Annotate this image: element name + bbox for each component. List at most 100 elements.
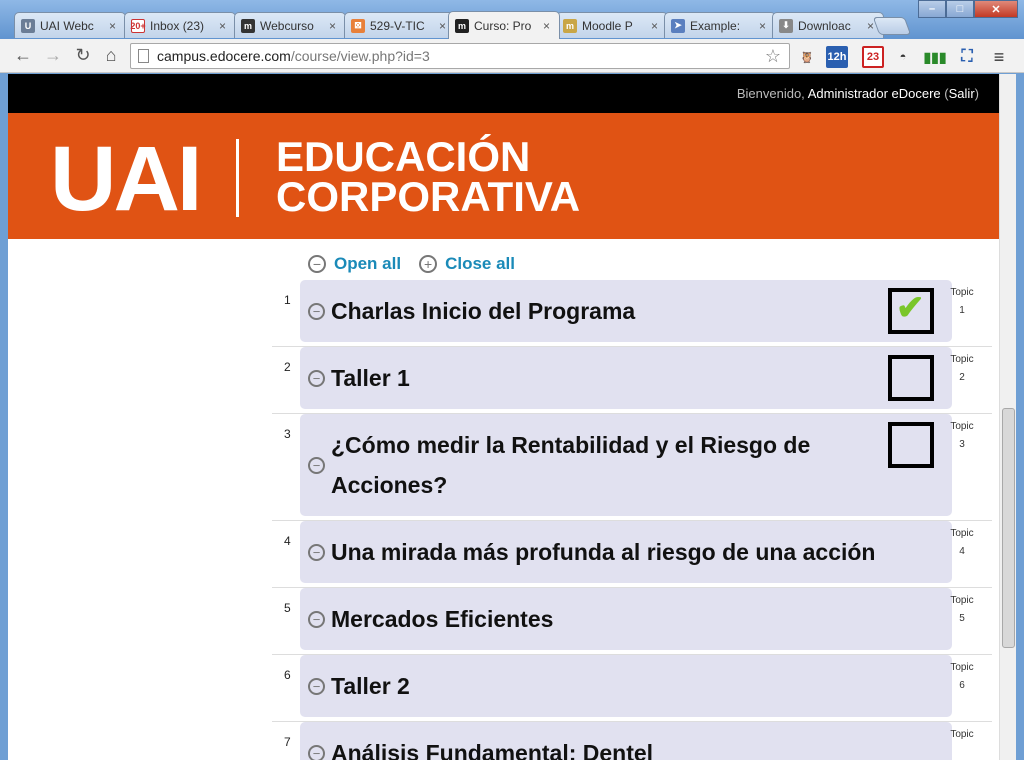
- close-tab-icon[interactable]: ×: [109, 19, 119, 33]
- topic-title[interactable]: Análisis Fundamental: Dentel: [331, 733, 871, 760]
- topic-side-label: Topic 3: [944, 418, 980, 454]
- topic-label: Topic: [950, 595, 974, 606]
- topic-row: 1 − Charlas Inicio del Programa ✔ Topic …: [272, 280, 992, 347]
- logo-line-1: EDUCACIÓN: [276, 133, 531, 180]
- tab-moodle-plugins[interactable]: m Moodle P ×: [556, 12, 668, 38]
- logo-line-2: CORPORATIVA: [276, 173, 581, 220]
- completion-checkbox[interactable]: [888, 355, 934, 401]
- collapse-icon[interactable]: −: [308, 456, 325, 474]
- tab-label: Webcurso: [260, 18, 314, 33]
- close-tab-icon[interactable]: ×: [543, 19, 553, 33]
- tab-curso-active[interactable]: m Curso: Pro ×: [448, 11, 560, 39]
- tab-label: Moodle P: [582, 18, 633, 33]
- topic-title[interactable]: Taller 2: [331, 666, 871, 706]
- topic-label: Topic: [950, 421, 974, 432]
- plus-circle-icon[interactable]: +: [419, 255, 438, 273]
- logout-link[interactable]: Salir: [949, 86, 975, 101]
- topic-number: 2: [284, 360, 291, 374]
- menu-icon[interactable]: ≡: [988, 46, 1010, 68]
- collapse-icon[interactable]: −: [308, 744, 325, 760]
- window-controls: – □ ✕: [918, 0, 1018, 18]
- close-tab-icon[interactable]: ×: [329, 19, 339, 33]
- owl-extension-icon[interactable]: 🦉: [796, 46, 818, 68]
- close-all-link[interactable]: Close all: [445, 254, 515, 274]
- collapse-icon[interactable]: −: [308, 369, 325, 387]
- minus-circle-icon[interactable]: −: [308, 255, 326, 273]
- collapse-icon[interactable]: −: [308, 677, 325, 695]
- topic-title[interactable]: Charlas Inicio del Programa: [331, 291, 871, 331]
- tab-example[interactable]: ➤ Example: ×: [664, 12, 776, 38]
- collapse-icon[interactable]: −: [308, 610, 325, 628]
- topic-side-number: 4: [959, 546, 965, 557]
- topic-label: Topic: [950, 729, 974, 740]
- collapse-icon[interactable]: −: [308, 302, 325, 320]
- close-window-icon[interactable]: ✕: [974, 0, 1018, 18]
- tab-uai-webcampus[interactable]: U UAI Webc ×: [14, 12, 126, 38]
- signal-icon[interactable]: ▮▮▮: [923, 46, 946, 68]
- completion-checkbox[interactable]: ✔: [888, 288, 934, 334]
- topic-number: 7: [284, 735, 291, 749]
- download-favicon-icon: ⬇: [779, 18, 793, 33]
- completion-checkbox[interactable]: [888, 422, 934, 468]
- topic-title[interactable]: Taller 1: [331, 358, 871, 398]
- tab-529-v-tic[interactable]: ⊠ 529-V-TIC ×: [344, 12, 456, 38]
- logo-divider: [236, 139, 239, 217]
- topic-panel[interactable]: − ¿Cómo medir la Rentabilidad y el Riesg…: [300, 414, 952, 516]
- screenshot-icon[interactable]: ⛶: [956, 46, 978, 68]
- calendar-12h-icon[interactable]: 12h: [826, 46, 848, 68]
- bookmark-star-icon[interactable]: ☆: [765, 46, 781, 67]
- page-viewport: Bienvenido, Administrador eDocere (Salir…: [8, 74, 999, 760]
- vertical-scrollbar[interactable]: [999, 74, 1016, 760]
- section-controls: − Open all + Close all: [308, 254, 525, 274]
- scrollbar-thumb[interactable]: [1002, 408, 1015, 648]
- user-name-link[interactable]: Administrador eDocere: [808, 86, 941, 101]
- close-tab-icon[interactable]: ×: [759, 19, 769, 33]
- minimize-icon[interactable]: –: [918, 0, 946, 18]
- forward-arrow-icon[interactable]: →: [42, 44, 64, 66]
- reload-icon[interactable]: ↻: [72, 44, 94, 66]
- tab-label: Inbox (23): [150, 18, 205, 33]
- topic-title[interactable]: Mercados Eficientes: [331, 599, 871, 639]
- spy-icon[interactable]: ◓: [892, 46, 914, 68]
- topic-panel[interactable]: − Taller 1: [300, 347, 952, 409]
- home-icon[interactable]: ⌂: [100, 44, 122, 66]
- topic-number: 3: [284, 427, 291, 441]
- topic-row: 6 − Taller 2 Topic 6: [272, 655, 992, 722]
- topic-title[interactable]: Una mirada más profunda al riesgo de una…: [331, 532, 931, 572]
- tab-download[interactable]: ⬇ Downloac ×: [772, 12, 884, 38]
- close-tab-icon[interactable]: ×: [219, 19, 229, 33]
- close-tab-icon[interactable]: ×: [651, 19, 661, 33]
- gmail-23-icon[interactable]: 23: [862, 46, 884, 68]
- header-banner: UAI EDUCACIÓN CORPORATIVA: [8, 113, 999, 239]
- topic-number: 6: [284, 668, 291, 682]
- topic-panel[interactable]: − Charlas Inicio del Programa ✔: [300, 280, 952, 342]
- topic-row: 2 − Taller 1 Topic 2: [272, 347, 992, 414]
- topic-panel[interactable]: − Taller 2: [300, 655, 952, 717]
- topic-label: Topic: [950, 662, 974, 673]
- topic-side-label: Topic 2: [944, 351, 980, 387]
- tab-webcurso[interactable]: m Webcurso ×: [234, 12, 346, 38]
- address-bar[interactable]: campus.edocere.com/course/view.php?id=3 …: [130, 43, 790, 69]
- topic-side-number: 3: [959, 439, 965, 450]
- paper-plane-favicon-icon: ➤: [671, 18, 685, 33]
- back-arrow-icon[interactable]: ←: [12, 44, 34, 66]
- logo-uai[interactable]: UAI: [50, 129, 202, 229]
- url-domain: campus.edocere.com: [157, 48, 291, 64]
- tab-inbox[interactable]: 20+ Inbox (23) ×: [124, 12, 236, 38]
- topic-title[interactable]: ¿Cómo medir la Rentabilidad y el Riesgo …: [331, 425, 871, 505]
- topic-panel[interactable]: − Mercados Eficientes: [300, 588, 952, 650]
- orange-favicon-icon: ⊠: [351, 18, 365, 33]
- tab-label: UAI Webc: [40, 18, 94, 33]
- new-tab-button[interactable]: [872, 17, 912, 35]
- open-all-link[interactable]: Open all: [334, 254, 401, 274]
- maximize-icon[interactable]: □: [946, 0, 974, 18]
- moodle-favicon-icon: m: [455, 18, 469, 33]
- moodle-favicon-icon: m: [241, 18, 255, 33]
- collapse-icon[interactable]: −: [308, 543, 325, 561]
- topic-panel[interactable]: − Análisis Fundamental: Dentel: [300, 722, 952, 760]
- topic-panel[interactable]: − Una mirada más profunda al riesgo de u…: [300, 521, 952, 583]
- checkmark-icon: ✔: [896, 289, 925, 327]
- login-bar: Bienvenido, Administrador eDocere (Salir…: [8, 74, 999, 113]
- url-path: /course/view.php?id=3: [290, 48, 430, 64]
- moodle-plugins-favicon-icon: m: [563, 18, 577, 33]
